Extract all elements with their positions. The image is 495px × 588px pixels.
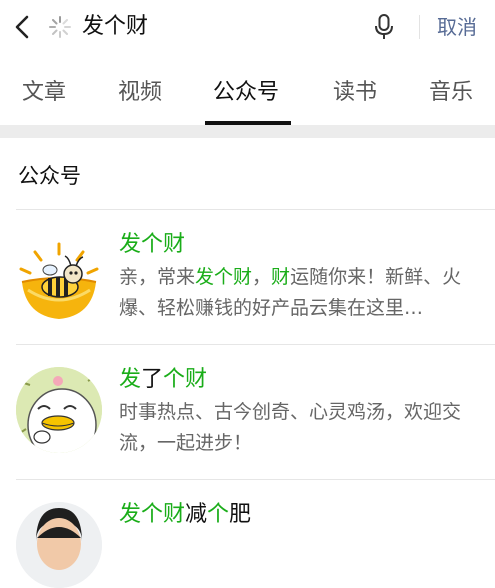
desc-segment: 时事热点、古今创奇、心灵鸡汤，欢迎交流，一起进步！ — [119, 401, 462, 454]
title-segment: 个财 — [163, 367, 208, 392]
account-title: 发个财减个肥 — [119, 500, 251, 530]
desc-segment: ， — [252, 266, 272, 288]
tab-official-accounts[interactable]: 公众号 — [213, 78, 279, 108]
avatar — [16, 367, 102, 453]
account-title: 发了个财 — [119, 365, 207, 395]
account-result[interactable]: 发个财 亲，常来发个财，财运随你来！新鲜、火爆、轻松赚钱的好产品云集在这里… — [0, 210, 495, 344]
account-result[interactable]: 发个财减个肥 — [0, 480, 495, 588]
microphone-icon[interactable] — [372, 12, 396, 42]
account-result[interactable]: 发了个财 时事热点、古今创奇、心灵鸡汤，欢迎交流，一起进步！ — [0, 345, 495, 479]
title-segment: 发个财 — [119, 502, 186, 527]
title-segment: 肥 — [229, 502, 252, 527]
title-segment: 发个财 — [119, 232, 186, 257]
tab-books[interactable]: 读书 — [333, 78, 377, 108]
tab-articles[interactable]: 文章 — [22, 78, 66, 108]
account-description: 亲，常来发个财，财运随你来！新鲜、火爆、轻松赚钱的好产品云集在这里… — [119, 262, 484, 324]
desc-segment: 亲，常来 — [119, 266, 196, 288]
title-segment: 个 — [207, 502, 230, 527]
desc-segment: 财 — [271, 266, 291, 288]
title-segment: 发 — [119, 367, 142, 392]
section-separator — [0, 125, 495, 138]
cancel-button[interactable]: 取消 — [437, 12, 477, 42]
account-description: 时事热点、古今创奇、心灵鸡汤，欢迎交流，一起进步！ — [119, 397, 484, 459]
desc-segment: 发个财 — [195, 266, 253, 288]
section-title: 公众号 — [18, 164, 81, 188]
back-arrow-icon[interactable] — [10, 12, 34, 42]
duck-avatar — [16, 367, 102, 453]
bee-bowl-logo — [19, 242, 99, 319]
search-input[interactable]: 发个财 — [82, 12, 148, 42]
avatar — [16, 502, 102, 588]
avatar — [16, 240, 102, 326]
search-loading-icon — [49, 16, 71, 38]
tab-music[interactable]: 音乐 — [429, 78, 473, 108]
tab-videos[interactable]: 视频 — [118, 78, 162, 108]
account-title: 发个财 — [119, 230, 185, 260]
search-bar: 发个财 取消 — [0, 0, 495, 56]
search-divider — [419, 15, 420, 39]
title-segment: 减 — [185, 502, 208, 527]
filter-tabs: 文章 视频 公众号 读书 音乐 — [0, 60, 495, 126]
person-avatar — [16, 502, 102, 588]
title-segment: 了 — [141, 367, 164, 392]
